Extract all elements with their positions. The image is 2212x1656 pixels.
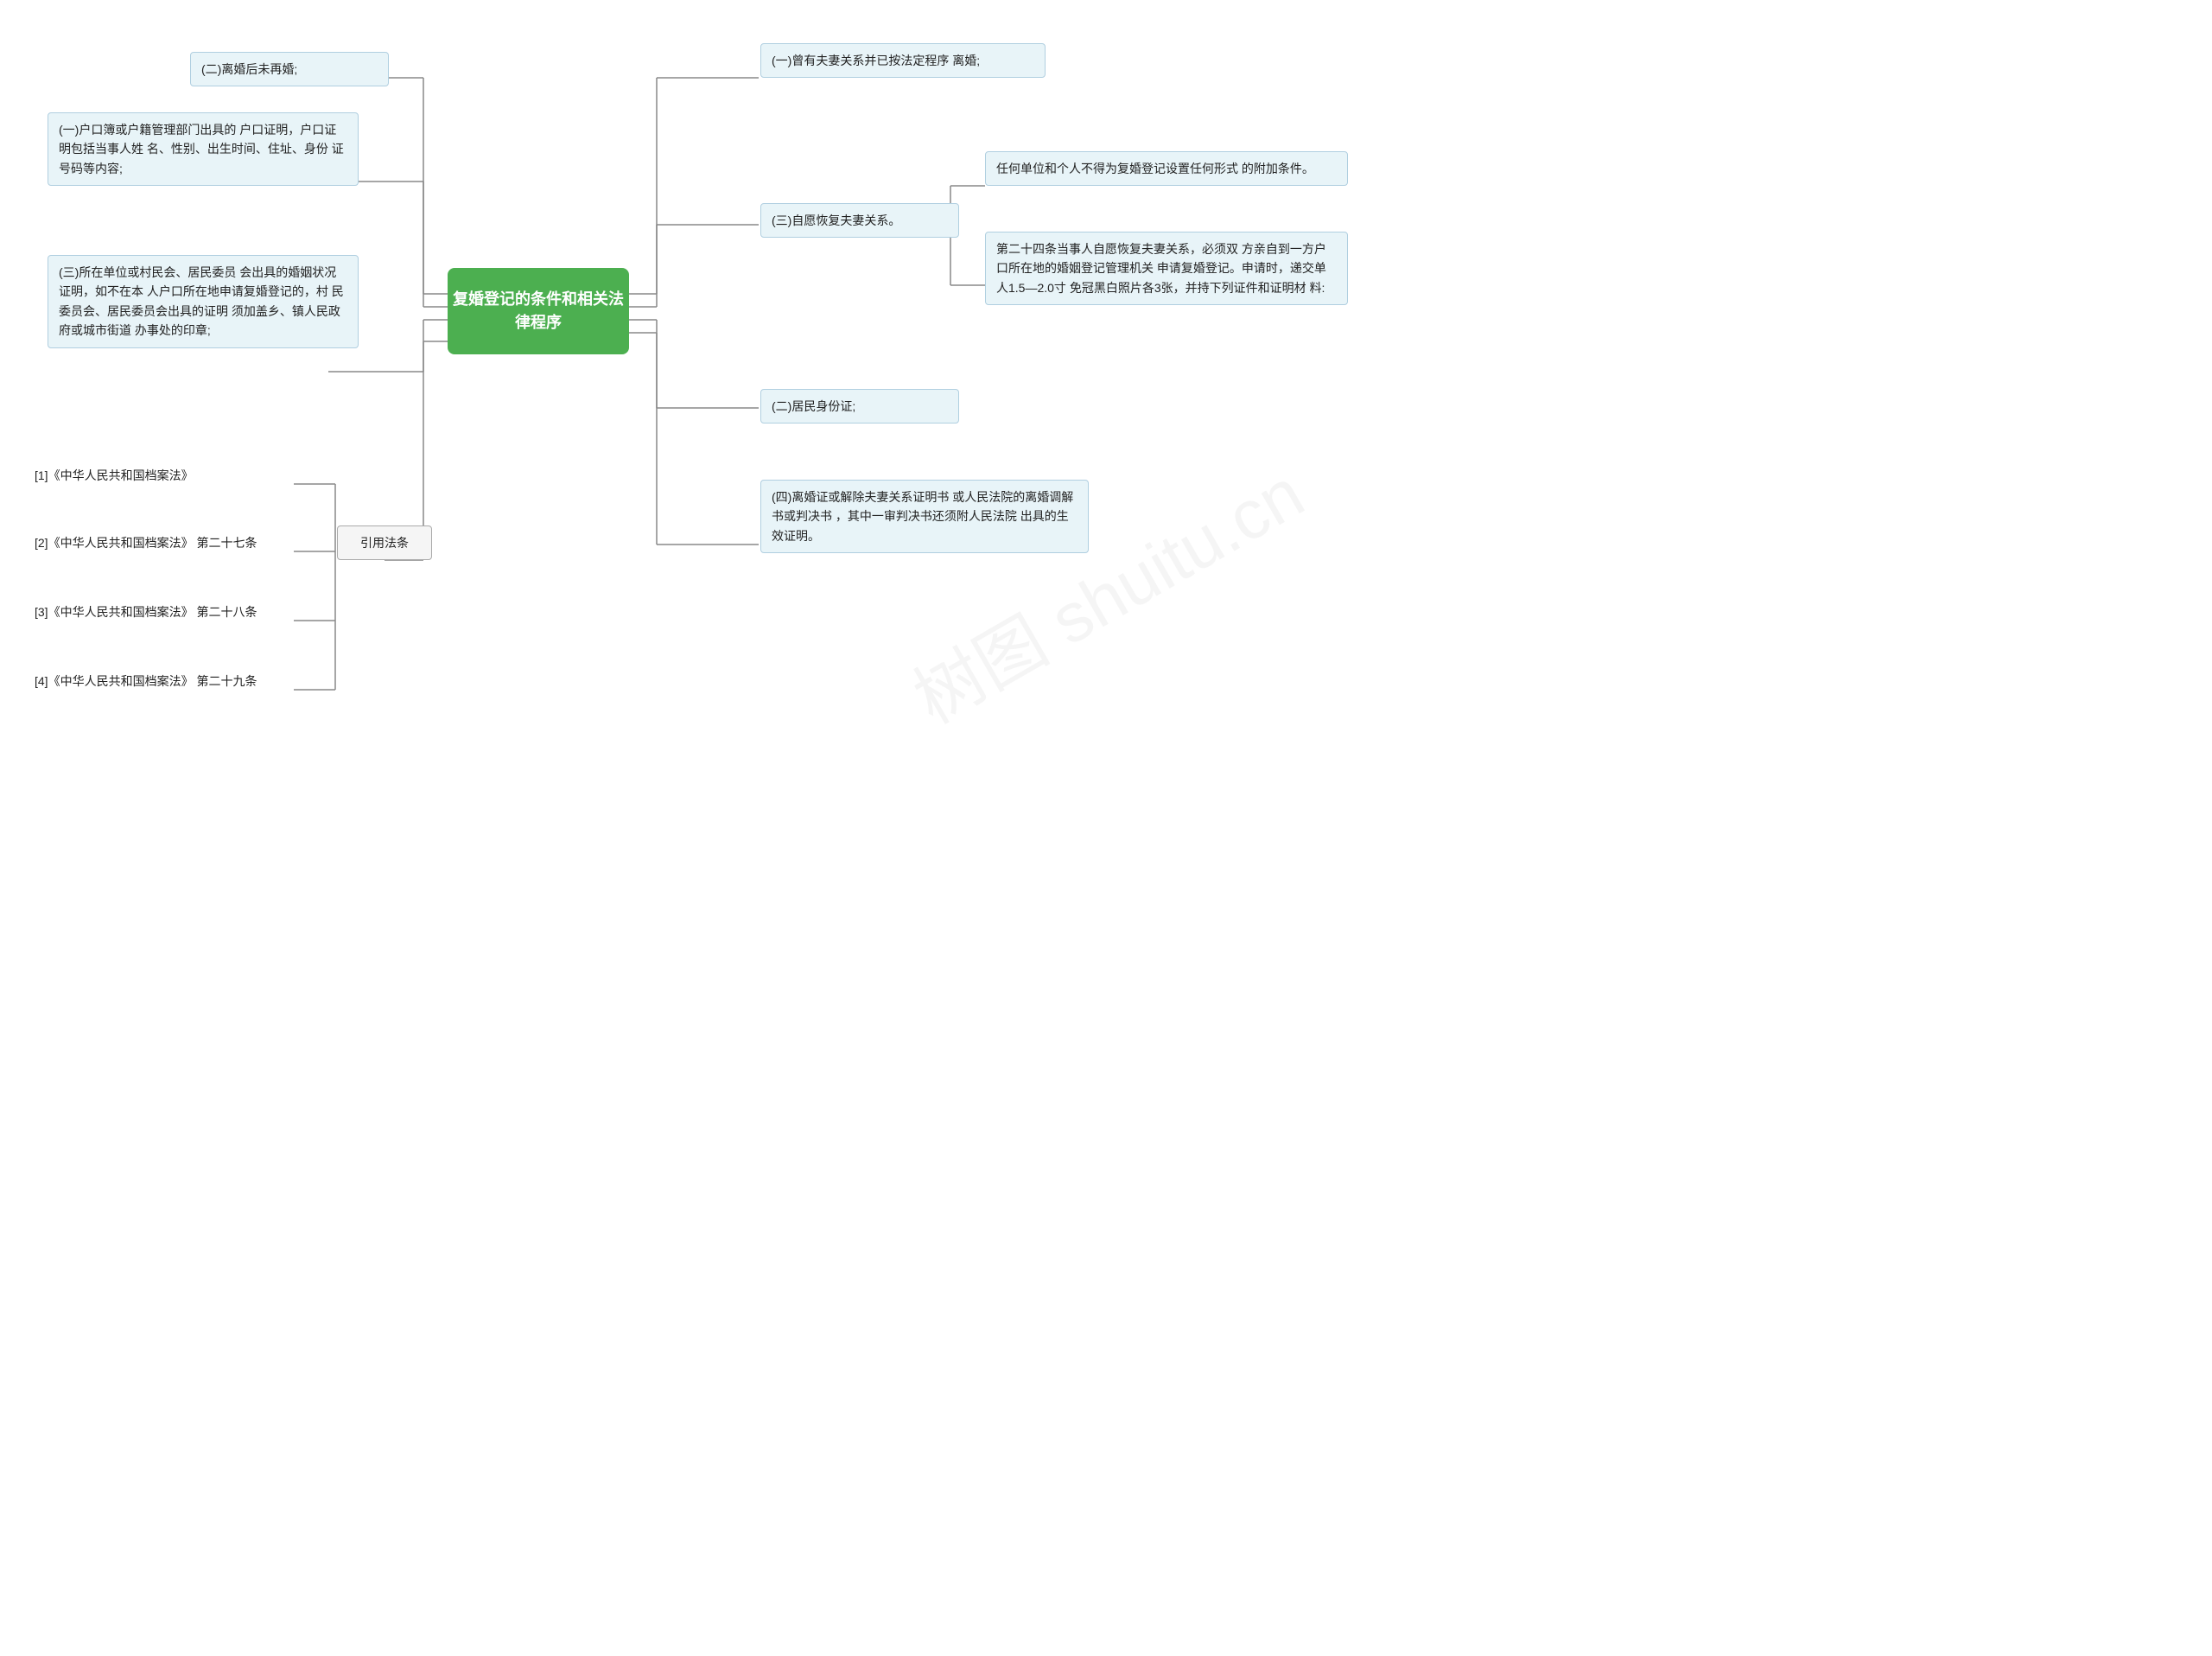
node-had-marriage: (一)曾有夫妻关系并已按法定程序 离婚; — [760, 43, 1046, 78]
node-id-card-label: (二)居民身份证; — [772, 399, 855, 413]
quote-1: [1]《中华人民共和国档案法》 — [35, 467, 194, 485]
node-household-registration: (一)户口簿或户籍管理部门出具的 户口证明，户口证明包括当事人姓 名、性别、出生… — [48, 112, 359, 186]
central-node: 复婚登记的条件和相关法 律程序 — [448, 268, 629, 354]
node-household-registration-label: (一)户口簿或户籍管理部门出具的 户口证明，户口证明包括当事人姓 名、性别、出生… — [59, 123, 344, 175]
central-label: 复婚登记的条件和相关法 律程序 — [448, 288, 629, 334]
node-voluntary-restore-label: (三)自愿恢复夫妻关系。 — [772, 213, 900, 227]
node-unit-certificate-label: (三)所在单位或村民会、居民委员 会出具的婚姻状况证明，如不在本 人户口所在地申… — [59, 265, 344, 337]
node-unit-certificate: (三)所在单位或村民会、居民委员 会出具的婚姻状况证明，如不在本 人户口所在地申… — [48, 255, 359, 348]
node-quote-label: 引用法条 — [337, 525, 432, 560]
mind-map: 复婚登记的条件和相关法 律程序 (二)离婚后未再婚; (一)户口簿或户籍管理部门… — [0, 0, 2212, 1182]
node-no-extra-condition: 任何单位和个人不得为复婚登记设置任何形式 的附加条件。 — [985, 151, 1348, 186]
node-had-marriage-label: (一)曾有夫妻关系并已按法定程序 离婚; — [772, 54, 980, 67]
node-no-extra-condition-label: 任何单位和个人不得为复婚登记设置任何形式 的附加条件。 — [996, 162, 1314, 175]
node-article24: 第二十四条当事人自愿恢复夫妻关系，必须双 方亲自到一方户口所在地的婚姻登记管理机… — [985, 232, 1348, 305]
quote-2: [2]《中华人民共和国档案法》 第二十七条 — [35, 534, 257, 552]
quote-label-text: 引用法条 — [360, 536, 409, 550]
quote-3: [3]《中华人民共和国档案法》 第二十八条 — [35, 603, 257, 621]
node-divorce-not-remarried-label: (二)离婚后未再婚; — [201, 62, 297, 76]
node-divorce-not-remarried: (二)离婚后未再婚; — [190, 52, 389, 86]
node-id-card: (二)居民身份证; — [760, 389, 959, 424]
node-divorce-cert: (四)离婚证或解除夫妻关系证明书 或人民法院的离婚调解书或判决书 ，其中一审判决… — [760, 480, 1089, 553]
node-article24-label: 第二十四条当事人自愿恢复夫妻关系，必须双 方亲自到一方户口所在地的婚姻登记管理机… — [996, 242, 1326, 295]
node-voluntary-restore: (三)自愿恢复夫妻关系。 — [760, 203, 959, 238]
node-divorce-cert-label: (四)离婚证或解除夫妻关系证明书 或人民法院的离婚调解书或判决书 ，其中一审判决… — [772, 490, 1073, 543]
quote-4: [4]《中华人民共和国档案法》 第二十九条 — [35, 672, 257, 691]
